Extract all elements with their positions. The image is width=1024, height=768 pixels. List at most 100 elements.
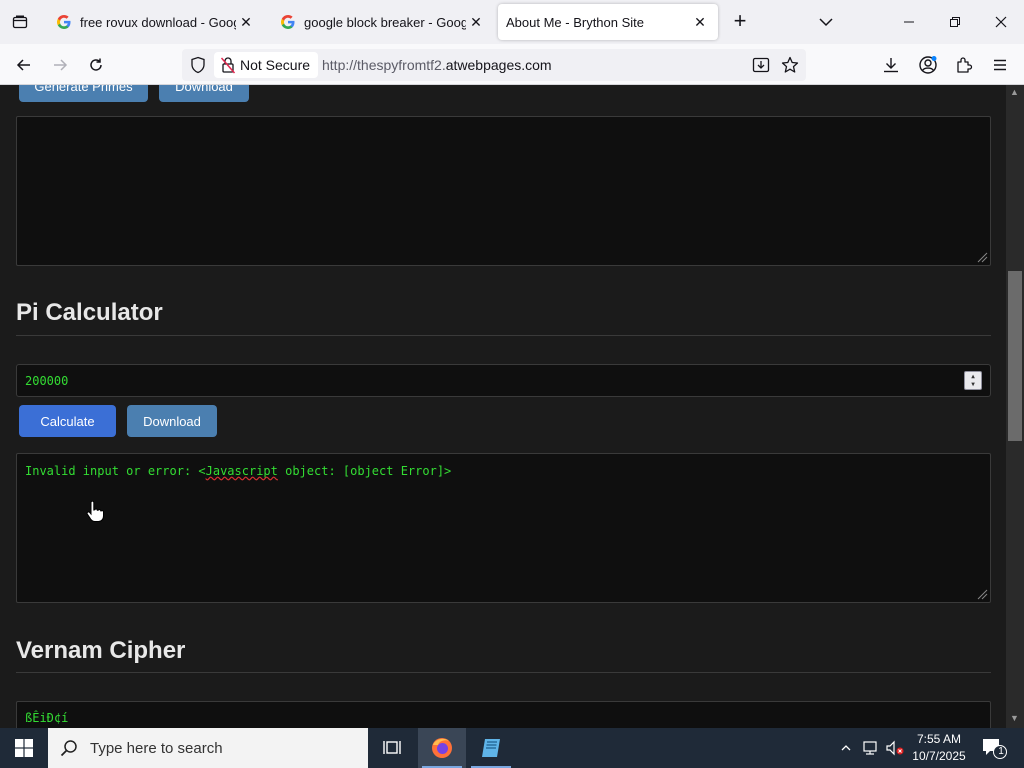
show-hidden-icons-button[interactable] xyxy=(836,728,856,768)
vernam-cipher-heading: Vernam Cipher xyxy=(16,637,185,665)
list-all-tabs-button[interactable] xyxy=(814,12,838,32)
windows-logo-icon xyxy=(15,739,33,757)
pi-download-button[interactable]: Download xyxy=(127,405,217,437)
app-menu-button[interactable] xyxy=(987,52,1013,78)
taskbar-firefox[interactable] xyxy=(418,728,466,768)
close-tab-icon[interactable]: ✕ xyxy=(236,12,256,32)
task-view-button[interactable] xyxy=(368,728,416,768)
spinner-down-icon[interactable]: ▼ xyxy=(971,381,975,388)
arrow-right-icon xyxy=(52,57,68,73)
scrollbar-thumb[interactable] xyxy=(1008,271,1022,441)
install-app-icon xyxy=(752,56,770,74)
url-bar[interactable]: Not Secure http://thespyfromtf2.atwebpag… xyxy=(182,49,806,81)
scroll-up-icon[interactable]: ▲ xyxy=(1010,87,1019,97)
url-text[interactable]: http://thespyfromtf2.atwebpages.com xyxy=(322,57,552,73)
url-domain: atwebpages.com xyxy=(446,57,552,73)
windows-taskbar: Type here to search 7:55 AM 10/7/2025 1 xyxy=(0,728,1024,768)
install-page-button[interactable] xyxy=(750,54,772,76)
taskbar-search-box[interactable]: Type here to search xyxy=(48,728,368,768)
pi-output-misspelled-word: Javascript xyxy=(206,464,278,478)
generate-primes-button[interactable]: Generate Primes xyxy=(19,85,148,102)
close-window-button[interactable] xyxy=(978,0,1024,44)
pi-digits-input[interactable]: 200000 ▲ ▼ xyxy=(16,364,991,397)
network-icon xyxy=(862,740,880,756)
pi-output-prefix: Invalid input or error: < xyxy=(25,464,206,478)
firefox-view-icon xyxy=(12,14,28,30)
vernam-output-value: ßÊiÐ¢í xyxy=(25,711,68,725)
resize-handle-icon[interactable] xyxy=(976,588,988,600)
section-divider xyxy=(16,335,991,336)
site-security-indicator[interactable]: Not Secure xyxy=(214,52,318,78)
pi-calculator-heading: Pi Calculator xyxy=(16,299,163,327)
not-secure-label: Not Secure xyxy=(240,57,310,73)
forward-button[interactable] xyxy=(47,52,73,78)
tracking-protection-shield-icon[interactable] xyxy=(190,56,206,74)
calculate-button[interactable]: Calculate xyxy=(19,405,116,437)
vernam-output-textarea[interactable]: ßÊiÐ¢í xyxy=(16,701,991,728)
spinner-up-icon[interactable]: ▲ xyxy=(971,373,975,380)
taskbar-clock[interactable]: 7:55 AM 10/7/2025 xyxy=(906,731,972,765)
close-tab-icon[interactable]: ✕ xyxy=(690,12,710,32)
chevron-up-icon xyxy=(840,742,852,754)
puzzle-piece-icon xyxy=(955,56,973,74)
pi-output-textarea[interactable]: Invalid input or error: <Javascript obje… xyxy=(16,453,991,603)
taskbar-app-2[interactable] xyxy=(467,728,515,768)
notification-count: 1 xyxy=(997,746,1005,757)
speaker-muted-icon xyxy=(885,740,905,756)
download-icon xyxy=(882,56,900,74)
tab-title: About Me - Brython Site xyxy=(506,15,690,30)
new-tab-button[interactable]: + xyxy=(728,10,752,34)
downloads-button[interactable] xyxy=(878,52,904,78)
tab-strip: free rovux download - Google S ✕ google … xyxy=(0,0,1024,44)
scroll-down-icon[interactable]: ▼ xyxy=(1010,713,1019,723)
restore-button[interactable] xyxy=(932,0,978,44)
account-icon xyxy=(918,55,938,75)
close-tab-icon[interactable]: ✕ xyxy=(466,12,486,32)
number-spinner[interactable]: ▲ ▼ xyxy=(964,371,982,390)
google-favicon-icon xyxy=(56,14,72,30)
section-divider xyxy=(16,672,991,673)
arrow-left-icon xyxy=(16,57,32,73)
minimize-button[interactable] xyxy=(886,0,932,44)
app-window-icon xyxy=(479,736,503,760)
primes-download-button[interactable]: Download xyxy=(159,85,249,102)
clock-date: 10/7/2025 xyxy=(906,748,972,765)
pi-digits-value: 200000 xyxy=(25,374,68,388)
hand-pointer-cursor-icon xyxy=(86,501,104,523)
start-button[interactable] xyxy=(0,728,48,768)
url-prefix: http://thespyfromtf2. xyxy=(322,57,446,73)
restore-icon xyxy=(949,16,961,28)
pi-output-suffix: object: [object Error]> xyxy=(278,464,451,478)
broken-lock-icon xyxy=(220,56,236,74)
chevron-down-icon xyxy=(814,12,838,32)
clock-time: 7:55 AM xyxy=(906,731,972,748)
firefox-view-button[interactable] xyxy=(8,10,32,34)
extensions-button[interactable] xyxy=(951,52,977,78)
hamburger-menu-icon xyxy=(992,57,1008,73)
close-icon xyxy=(995,16,1007,28)
tab-google-search-1[interactable]: free rovux download - Google S ✕ xyxy=(48,4,264,40)
primes-output-textarea[interactable] xyxy=(16,116,991,266)
navigation-toolbar: Not Secure http://thespyfromtf2.atwebpag… xyxy=(0,44,1024,85)
tab-about-me[interactable]: About Me - Brython Site ✕ xyxy=(498,4,718,40)
back-button[interactable] xyxy=(11,52,37,78)
task-view-icon xyxy=(382,739,402,757)
reload-button[interactable] xyxy=(83,52,109,78)
tab-google-search-2[interactable]: google block breaker - Google ✕ xyxy=(272,4,494,40)
star-icon xyxy=(781,56,799,74)
volume-button[interactable] xyxy=(884,728,906,768)
action-center-button[interactable]: 1 xyxy=(980,736,1008,765)
network-status-button[interactable] xyxy=(860,728,882,768)
search-icon xyxy=(60,739,78,757)
google-favicon-icon xyxy=(280,14,296,30)
reload-icon xyxy=(88,57,104,73)
minimize-icon xyxy=(903,16,915,28)
firefox-logo-icon xyxy=(430,736,454,760)
tab-title: free rovux download - Google S xyxy=(80,15,236,30)
resize-handle-icon[interactable] xyxy=(976,251,988,263)
plus-icon: + xyxy=(734,8,747,33)
page-content: Generate Primes Download Pi Calculator 2… xyxy=(0,85,1006,728)
account-button[interactable] xyxy=(915,52,941,78)
page-scrollbar[interactable]: ▲ ▼ xyxy=(1006,85,1024,728)
bookmark-button[interactable] xyxy=(779,54,801,76)
